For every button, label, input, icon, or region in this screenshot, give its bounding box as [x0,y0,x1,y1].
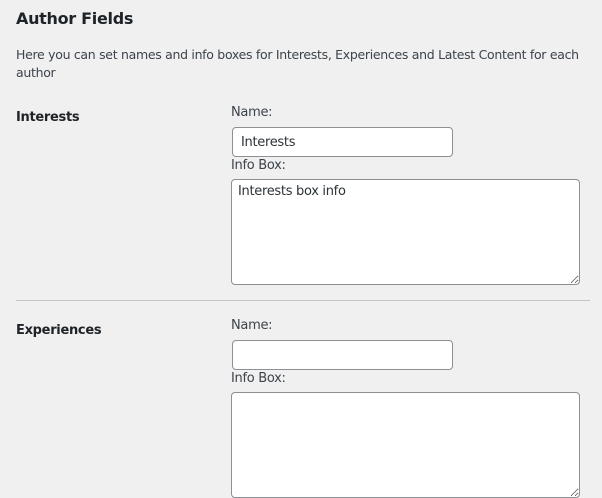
section-heading-interests: Interests [16,110,80,125]
interests-name-input[interactable] [232,127,453,157]
experiences-info-label: Info Box: [231,371,286,386]
section-heading-experiences: Experiences [16,323,102,338]
interests-info-textarea[interactable]: Interests box info [231,179,580,285]
page-title: Author Fields [16,9,134,28]
divider [16,300,590,301]
description: Here you can set names and info boxes fo… [16,47,579,80]
experiences-info-textarea[interactable] [231,392,580,498]
interests-info-label: Info Box: [231,158,286,173]
interests-name-label: Name: [231,105,273,120]
experiences-name-input[interactable] [232,340,453,370]
experiences-name-label: Name: [231,318,273,333]
